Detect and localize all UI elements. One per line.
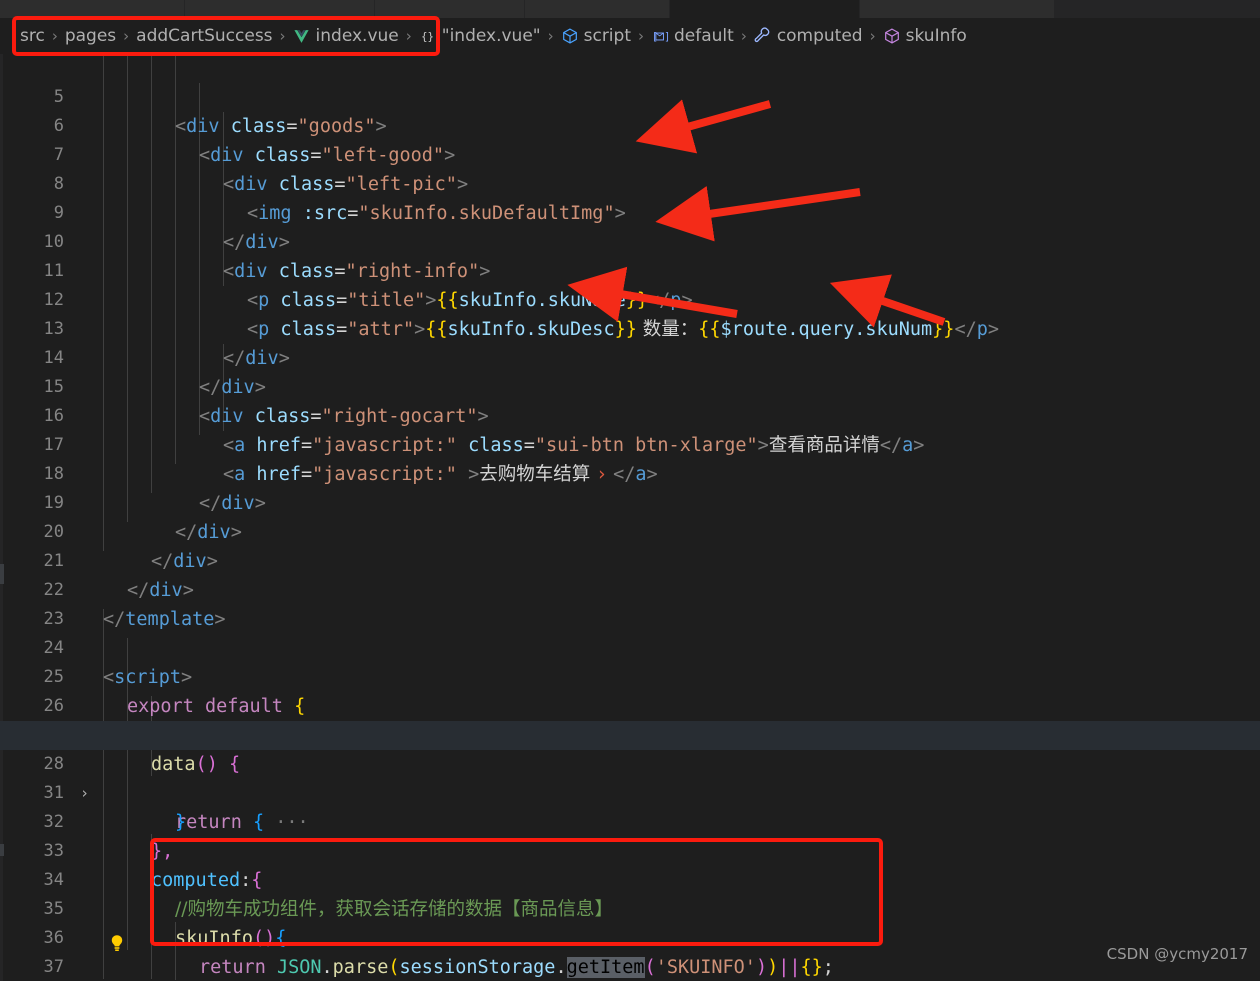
code-line[interactable]: 16 <a href="javascript:" class="sui-btn … <box>0 373 1260 456</box>
code-line[interactable]: 36 return JSON.parse(sessionStorage.getI… <box>0 895 1260 978</box>
code-line[interactable]: 27 data() { <box>0 692 1260 775</box>
code-line[interactable]: 14 </div> <box>0 315 1260 398</box>
breadcrumb-item-script[interactable]: script <box>561 26 631 46</box>
editor-tab[interactable] <box>375 0 525 18</box>
breadcrumb-separator: › <box>51 27 58 45</box>
cube-blue-icon <box>561 27 579 45</box>
cube-purple-icon <box>883 27 901 45</box>
code-line[interactable]: 7 <div class="left-pic"> <box>0 112 1260 195</box>
editor-tab-strip <box>0 0 1260 18</box>
breadcrumb-item-pages[interactable]: pages <box>65 26 116 46</box>
breadcrumb-item-src[interactable]: src <box>20 26 45 46</box>
breadcrumb: src › pages › addCartSuccess › index.vue… <box>0 18 1260 54</box>
breadcrumb-label: skuInfo <box>905 26 967 46</box>
svg-text:]: ] <box>664 30 669 42</box>
code-line[interactable]: 8 <img :src="skuInfo.skuDefaultImg"> <box>0 141 1260 224</box>
breadcrumb-item-indexvue[interactable]: index.vue <box>293 26 399 46</box>
breadcrumb-separator: › <box>405 27 412 45</box>
breadcrumb-separator: › <box>279 27 286 45</box>
breadcrumb-label: default <box>673 26 734 46</box>
breadcrumb-label: "index.vue" <box>441 26 541 46</box>
breadcrumb-item-computed[interactable]: computed <box>754 26 863 46</box>
code-line[interactable]: 32 }, <box>0 779 1260 862</box>
breadcrumb-item-skuinfo[interactable]: skuInfo <box>883 26 967 46</box>
editor-tab[interactable] <box>0 0 185 18</box>
code-line[interactable]: 33 computed:{ <box>0 808 1260 891</box>
wrench-icon <box>754 27 772 45</box>
editor-tab[interactable] <box>185 0 375 18</box>
code-line[interactable]: 10 <div class="right-info"> <box>0 199 1260 282</box>
code-line[interactable]: 24 <script> <box>0 605 1260 688</box>
vscode-editor-window: src › pages › addCartSuccess › index.vue… <box>0 0 1260 981</box>
code-line-current[interactable]: 28 › return { ··· <box>0 721 1260 833</box>
code-line[interactable]: 35 skuInfo(){ <box>0 866 1260 949</box>
breadcrumb-label: src <box>20 26 45 46</box>
breadcrumb-separator: › <box>637 27 644 45</box>
svg-text:{}: {} <box>421 30 434 43</box>
editor-tab[interactable] <box>860 0 1055 18</box>
code-line[interactable]: 5 <div class="goods"> <box>0 54 1260 137</box>
code-line[interactable]: 13 </div> <box>0 286 1260 369</box>
breadcrumb-item-index-symbol[interactable]: {} "index.vue" <box>419 26 541 46</box>
breadcrumb-separator: › <box>740 27 747 45</box>
code-line[interactable]: 11 <p class="title">{{skuInfo.skuName}}<… <box>0 228 1260 311</box>
json-braces-icon: {} <box>419 27 437 45</box>
code-line[interactable]: 34 //购物车成功组件，获取会话存储的数据【商品信息】 <box>0 837 1260 920</box>
code-line[interactable]: 22 </template> <box>0 547 1260 630</box>
code-line[interactable]: 9 </div> <box>0 170 1260 253</box>
code-line[interactable]: 17 <a href="javascript:" >去购物车结算 › </a> <box>0 402 1260 485</box>
code-line[interactable]: 23 <box>0 576 1260 629</box>
breadcrumb-label: script <box>583 26 631 46</box>
breadcrumb-separator: › <box>547 27 554 45</box>
csdn-watermark: CSDN @ycmy2017 <box>1106 945 1248 963</box>
breadcrumb-label: computed <box>776 26 863 46</box>
code-line[interactable]: 25 export default { <box>0 634 1260 717</box>
code-line[interactable]: 31 } <box>0 750 1260 833</box>
vue-file-icon <box>293 27 311 45</box>
breadcrumb-label: index.vue <box>315 26 399 46</box>
breadcrumb-item-addcartsuccess[interactable]: addCartSuccess <box>136 26 272 46</box>
code-line[interactable]: 15 <div class="right-gocart"> <box>0 344 1260 427</box>
tab-strip-filler <box>1055 0 1260 18</box>
quick-fix-lightbulb-icon[interactable] <box>109 934 125 954</box>
breadcrumb-item-default[interactable]: [ ] default <box>651 26 734 46</box>
code-line[interactable]: 18 </div> <box>0 431 1260 514</box>
breadcrumb-separator: › <box>869 27 876 45</box>
editor-tab[interactable] <box>525 0 670 18</box>
code-line[interactable]: 12 <p class="attr">{{skuInfo.skuDesc}} 数… <box>0 257 1260 340</box>
breadcrumb-label: addCartSuccess <box>136 26 273 46</box>
code-line[interactable]: 21 </div> <box>0 518 1260 601</box>
code-line[interactable]: 6 <div class="left-good"> <box>0 83 1260 166</box>
code-line[interactable]: 19 </div> <box>0 460 1260 543</box>
code-line[interactable]: 20 </div> <box>0 489 1260 572</box>
code-line[interactable]: 37 } <box>0 924 1260 977</box>
code-line[interactable]: 26 name: 'AddCartSuccess', <box>0 663 1260 746</box>
breadcrumb-label: pages <box>64 26 117 46</box>
module-bracket-icon: [ ] <box>651 27 669 45</box>
editor-tab-active[interactable] <box>670 0 860 18</box>
code-line[interactable]: 38 } <box>0 953 1260 981</box>
breadcrumb-separator: › <box>123 27 130 45</box>
code-editor[interactable]: 5 <div class="goods"> 6 <div class="left… <box>0 54 1260 981</box>
